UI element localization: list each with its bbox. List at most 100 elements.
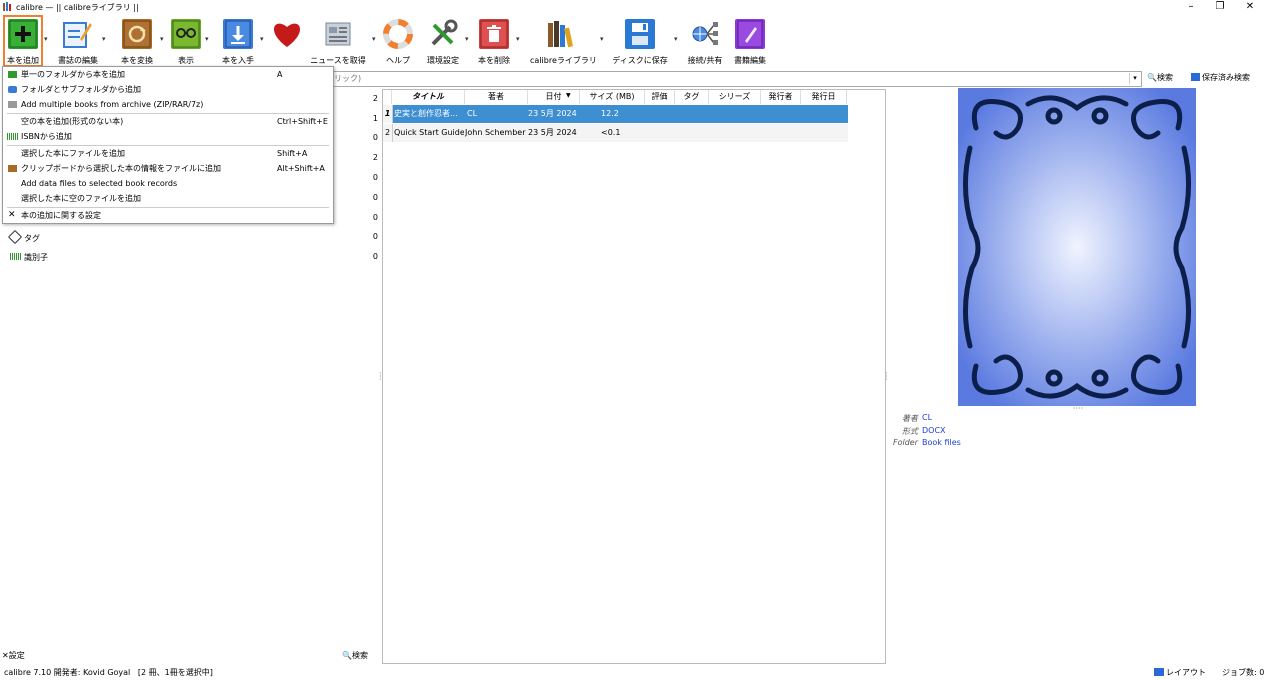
remove-books-button[interactable]: 本を削除 xyxy=(474,16,514,66)
help-lifebuoy-icon xyxy=(383,19,413,49)
get-books-button[interactable]: 本を入手 xyxy=(218,16,258,66)
search-button[interactable]: 🔍検索 xyxy=(1147,72,1173,83)
tag-browser-item-tags[interactable]: タグ xyxy=(7,229,40,245)
dropdown-arrow-icon: ▾ xyxy=(465,35,469,43)
add-books-highlight xyxy=(3,15,43,67)
get-books-dropdown[interactable]: ▾ xyxy=(260,16,268,66)
title-bar: calibre — || calibreライブラリ || – ❐ ✕ xyxy=(0,0,1266,14)
edit-book-label: 書籍編集 xyxy=(734,56,766,65)
identifier-barcode-icon xyxy=(10,253,22,260)
menu-item-label: 空の本を追加(形式のない本) xyxy=(21,117,124,126)
dropdown-arrow-icon: ▾ xyxy=(600,35,604,43)
tag-browser-settings-button[interactable]: ✕設定 xyxy=(2,650,25,661)
edit-metadata-button[interactable]: 書誌の編集 xyxy=(58,16,98,66)
category-count: 0 xyxy=(372,213,378,222)
find-label: 検索 xyxy=(351,651,368,660)
column-header-date[interactable]: 日付 xyxy=(528,90,580,104)
donate-button[interactable] xyxy=(269,16,303,66)
magnifier-icon: 🔍 xyxy=(342,651,352,660)
save-to-disk-button[interactable]: ディスクに保存 xyxy=(612,16,668,66)
connect-share-icon xyxy=(690,19,720,49)
status-text: calibre 7.10 開発者: Kovid Goyal [2 冊、1冊を選択… xyxy=(4,668,213,677)
tag-browser-item-label: 識別子 xyxy=(24,253,48,262)
book-title-cell: 史実と創作忍者... xyxy=(394,109,458,118)
window-title: calibre — || calibreライブラリ || xyxy=(16,3,139,12)
sort-arrow-icon: ▼ xyxy=(566,92,571,99)
status-bar: calibre 7.10 開発者: Kovid Goyal [2 冊、1冊を選択… xyxy=(0,664,1266,680)
settings-tools-icon: ✕ xyxy=(8,210,16,220)
dropdown-arrow-icon: ▾ xyxy=(674,35,678,43)
menu-item-shortcut: A xyxy=(277,70,283,79)
tag-browser-item-label: タグ xyxy=(24,234,40,243)
isbn-barcode-icon xyxy=(7,133,18,140)
menu-item-add-empty-file[interactable]: 選択した本に空のファイルを追加 xyxy=(3,191,333,206)
cover-splitter-handle[interactable]: ···· xyxy=(1073,404,1083,413)
settings-label: 設定 xyxy=(8,651,25,660)
category-count: 1 xyxy=(372,114,378,123)
menu-item-add-files-to-selected[interactable]: 選択した本にファイルを追加 Shift+A xyxy=(3,146,333,161)
connect-share-button[interactable]: 接続/共有 xyxy=(685,16,725,66)
book-list[interactable]: タイトル 著者 日付 ▼ サイズ (MB) 評価 タグ シリーズ 発行者 発行日… xyxy=(382,89,886,664)
category-count: 0 xyxy=(372,232,378,241)
menu-item-label: 単一のフォルダから本を追加 xyxy=(21,70,125,79)
column-header-rating[interactable]: 評価 xyxy=(645,90,675,104)
column-header-series[interactable]: シリーズ xyxy=(709,90,761,104)
details-value-author[interactable]: CL xyxy=(922,413,932,422)
settings-tools-icon: ✕ xyxy=(2,651,9,660)
details-value-format[interactable]: DOCX xyxy=(922,426,946,435)
column-header-title[interactable]: タイトル xyxy=(392,90,465,104)
tag-browser-find-button[interactable]: 🔍検索 xyxy=(342,650,368,661)
convert-books-button[interactable]: 本を変換 xyxy=(117,16,157,66)
details-label-author: 著者 xyxy=(902,414,918,423)
dropdown-arrow-icon: ▾ xyxy=(160,35,164,43)
convert-book-icon xyxy=(122,19,152,49)
maximize-button[interactable]: ❐ xyxy=(1206,0,1234,14)
view-button[interactable]: 表示 xyxy=(166,16,206,66)
column-header-tags[interactable]: タグ xyxy=(675,90,709,104)
close-button[interactable]: ✕ xyxy=(1236,0,1264,14)
get-books-icon xyxy=(223,19,253,49)
menu-item-shortcut: Ctrl+Shift+E xyxy=(277,117,328,126)
dropdown-arrow-icon: ▾ xyxy=(44,35,48,43)
fetch-news-button[interactable]: ニュースを取得 xyxy=(310,16,366,66)
jobs-indicator[interactable]: ジョブ数: 0 xyxy=(1222,667,1264,678)
get-books-label: 本を入手 xyxy=(222,56,254,65)
preferences-button[interactable]: 環境設定 xyxy=(423,16,463,66)
saved-search-button[interactable]: 保存済み検索 xyxy=(1191,72,1250,83)
menu-item-add-empty-book[interactable]: 空の本を追加(形式のない本) Ctrl+Shift+E xyxy=(3,114,333,129)
column-header-size[interactable]: サイズ (MB) xyxy=(580,90,645,104)
search-input[interactable]: リック) ▾ xyxy=(332,71,1142,87)
calibre-library-button[interactable]: calibreライブラリ xyxy=(530,16,597,66)
layout-button[interactable]: レイアウト xyxy=(1154,667,1206,678)
edit-book-button[interactable]: 書籍編集 xyxy=(730,16,770,66)
dropdown-arrow-icon: ▾ xyxy=(372,35,376,43)
menu-item-label: フォルダとサブフォルダから追加 xyxy=(21,85,141,94)
minimize-button[interactable]: – xyxy=(1177,0,1205,14)
menu-item-add-from-folder[interactable]: 単一のフォルダから本を追加 A xyxy=(3,67,333,82)
menu-item-add-from-clipboard[interactable]: クリップボードから選択した本の情報をファイルに追加 Alt+Shift+A xyxy=(3,161,333,176)
remove-books-dropdown[interactable]: ▾ xyxy=(516,16,524,66)
search-button-label: 検索 xyxy=(1156,73,1173,82)
menu-item-add-from-archive[interactable]: Add multiple books from archive (ZIP/RAR… xyxy=(3,97,333,112)
column-header-author[interactable]: 著者 xyxy=(465,90,528,104)
menu-item-add-from-isbn[interactable]: ISBNから追加 xyxy=(3,129,333,144)
library-icon xyxy=(545,19,575,49)
book-cover[interactable] xyxy=(958,88,1196,406)
menu-item-label: 選択した本にファイルを追加 xyxy=(21,149,125,158)
details-value-folder[interactable]: Book files xyxy=(922,438,961,447)
edit-book-icon xyxy=(735,19,765,49)
category-count: 0 xyxy=(372,193,378,202)
menu-item-add-data-files[interactable]: Add data files to selected book records xyxy=(3,176,333,191)
help-button[interactable]: ヘルプ xyxy=(380,16,416,66)
book-author-cell: CL xyxy=(467,109,478,118)
column-header-published[interactable]: 発行日 xyxy=(801,90,847,104)
menu-item-label: Add multiple books from archive (ZIP/RAR… xyxy=(21,100,204,109)
tag-browser-item-identifiers[interactable]: 識別子 xyxy=(10,252,48,263)
column-header-publisher[interactable]: 発行者 xyxy=(761,90,801,104)
menu-item-add-from-subfolders[interactable]: フォルダとサブフォルダから追加 xyxy=(3,82,333,97)
book-size-cell: <0.1 xyxy=(601,128,621,137)
library-dropdown[interactable]: ▾ xyxy=(600,16,608,66)
save-disk-icon xyxy=(625,19,655,49)
search-history-dropdown[interactable]: ▾ xyxy=(1129,73,1140,84)
menu-item-add-settings[interactable]: ✕ 本の追加に関する設定 xyxy=(3,208,333,223)
